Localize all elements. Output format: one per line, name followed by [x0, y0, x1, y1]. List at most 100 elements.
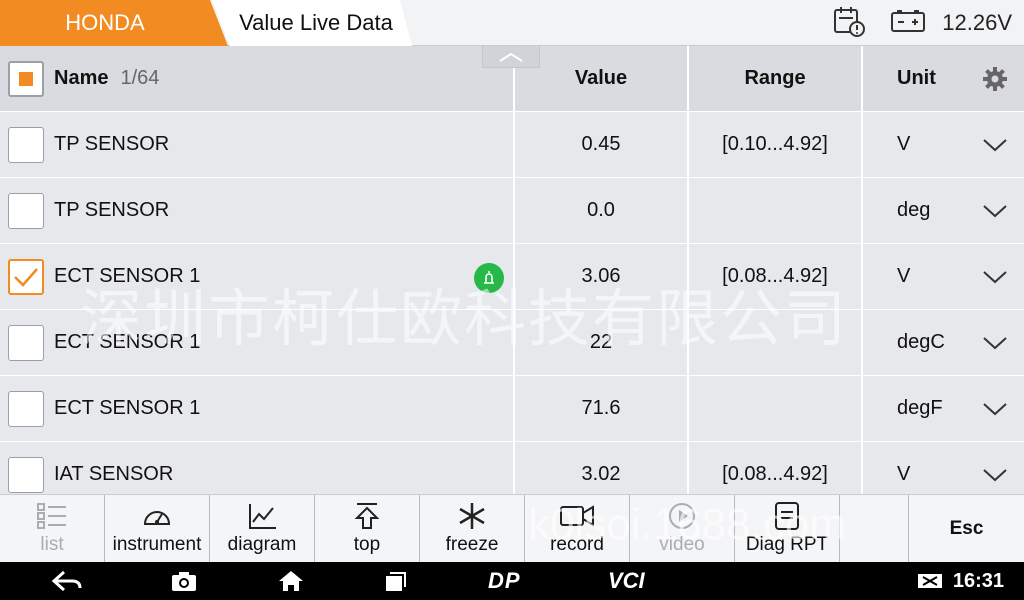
report-icon [775, 501, 799, 530]
collapse-handle[interactable] [482, 46, 540, 68]
chevron-down-icon[interactable] [982, 136, 1008, 159]
unit-cell[interactable]: degF [861, 376, 1024, 441]
gear-icon[interactable] [982, 66, 1008, 98]
recent-apps-icon[interactable] [384, 570, 408, 597]
gauge-icon [143, 510, 171, 525]
table-row[interactable]: IAT SENSOR 3.02 [0.08...4.92] V [0, 442, 1024, 494]
name-cell: ECT SENSOR 1 [0, 376, 513, 441]
list-label: list [40, 533, 64, 555]
unit-cell[interactable]: V [861, 442, 1024, 494]
select-all-checkbox[interactable] [8, 60, 44, 97]
calendar-alert-icon[interactable] [832, 4, 866, 43]
record-button[interactable]: record [525, 495, 630, 562]
unit-value: V [897, 133, 911, 155]
row-checkbox[interactable] [8, 192, 44, 229]
back-icon[interactable] [51, 570, 82, 597]
freeze-button[interactable]: freeze [420, 495, 525, 562]
diagram-button[interactable]: diagram [210, 495, 315, 562]
table-row[interactable]: ECT SENSOR 1 71.6 degF [0, 376, 1024, 442]
name-cell: IAT SENSOR [0, 442, 513, 494]
instrument-button[interactable]: instrument [105, 495, 210, 562]
camera-icon[interactable] [170, 570, 198, 597]
value-cell: 0.45 [513, 112, 687, 177]
tab-make[interactable]: HONDA [0, 0, 228, 46]
esc-button[interactable]: Esc [909, 495, 1024, 562]
value-cell: 22 [513, 310, 687, 375]
diagram-label: diagram [227, 533, 297, 555]
table-row[interactable]: ECT SENSOR 1 22 degC [0, 310, 1024, 376]
range-cell: [0.08...4.92] [687, 442, 861, 494]
chevron-up-icon [499, 52, 523, 62]
name-cell: TP SENSOR [0, 178, 513, 243]
sensor-name: TP SENSOR [54, 133, 170, 155]
value-cell: 0.0 [513, 178, 687, 243]
unit-cell[interactable]: deg [861, 178, 1024, 243]
status-area: 16:31 [885, 562, 1004, 600]
top-label: top [353, 533, 381, 555]
table-row[interactable]: ECT SENSOR 1 3.06 [0.08...4.92] V [0, 244, 1024, 310]
freeze-label: freeze [445, 533, 499, 555]
vci-logo[interactable]: VCI [608, 568, 645, 594]
record-label: record [550, 533, 604, 555]
sensor-name: ECT SENSOR 1 [54, 397, 201, 419]
toolbar-spacer [840, 495, 909, 562]
snowflake-icon [459, 502, 485, 529]
chevron-down-icon[interactable] [982, 334, 1008, 357]
diag-report-button[interactable]: Diag RPT [735, 495, 840, 562]
unit-value: degC [897, 331, 945, 353]
table-row[interactable]: TP SENSOR 0.45 [0.10...4.92] V [0, 112, 1024, 178]
battery-voltage: 12.26V [942, 10, 1012, 35]
row-checkbox[interactable] [8, 324, 44, 361]
esc-label: Esc [949, 517, 984, 539]
unit-cell[interactable]: V [861, 244, 1024, 309]
header-status: 12.26V [832, 0, 1012, 46]
unit-value: V [897, 463, 911, 485]
row-checkbox[interactable] [8, 126, 44, 163]
android-nav-bar: DP VCI 16:31 [0, 562, 1024, 600]
wifi-icon [885, 576, 896, 589]
unit-cell[interactable]: degC [861, 310, 1024, 375]
home-icon[interactable] [277, 570, 305, 597]
top-bar: HONDA Value Live Data 12.26V [0, 0, 1024, 46]
value-cell: 3.06 [513, 244, 687, 309]
diag-report-label: Diag RPT [745, 533, 829, 555]
bottom-toolbar: list instrument diagram top freeze recor… [0, 494, 1024, 562]
tab-live-label: Value Live Data [239, 10, 393, 35]
tab-make-label: HONDA [65, 10, 145, 35]
chevron-down-icon[interactable] [982, 466, 1008, 489]
sensor-name: ECT SENSOR 1 [54, 265, 201, 287]
tab-value-live-data[interactable]: Value Live Data [212, 0, 412, 46]
range-cell [687, 310, 861, 375]
column-name-label: Name [54, 67, 109, 89]
unit-value: deg [897, 199, 931, 221]
item-count: 1/64 [120, 67, 160, 89]
table-row[interactable]: TP SENSOR 0.0 deg [0, 178, 1024, 244]
row-checkbox[interactable] [8, 258, 44, 295]
unit-value: degF [897, 397, 943, 419]
video-camera-icon [560, 504, 594, 527]
value-cell: 71.6 [513, 376, 687, 441]
row-checkbox[interactable] [8, 390, 44, 427]
line-chart-icon [249, 503, 276, 529]
chevron-down-icon[interactable] [982, 202, 1008, 225]
chevron-down-icon[interactable] [982, 400, 1008, 423]
arrow-up-icon [354, 502, 380, 529]
value-cell: 3.02 [513, 442, 687, 494]
header-unit-cell: Unit [861, 46, 1024, 111]
list-button[interactable]: list [0, 495, 105, 562]
sensor-name: TP SENSOR [54, 199, 170, 221]
unit-cell[interactable]: V [861, 112, 1024, 177]
name-cell: ECT SENSOR 1 [0, 310, 513, 375]
chevron-down-icon[interactable] [982, 268, 1008, 291]
list-icon [37, 502, 66, 529]
range-cell: [0.10...4.92] [687, 112, 861, 177]
top-button[interactable]: top [315, 495, 420, 562]
name-cell: ECT SENSOR 1 [0, 244, 513, 309]
live-data-table: Name 1/64 Value Range Unit TP SENSOR 0.45… [0, 46, 1024, 494]
play-circle-icon [669, 502, 695, 529]
header-name-cell: Name 1/64 [0, 46, 513, 111]
row-checkbox[interactable] [8, 456, 44, 493]
video-button[interactable]: video [630, 495, 735, 562]
battery-icon [890, 9, 926, 38]
dp-logo[interactable]: DP [488, 568, 521, 594]
